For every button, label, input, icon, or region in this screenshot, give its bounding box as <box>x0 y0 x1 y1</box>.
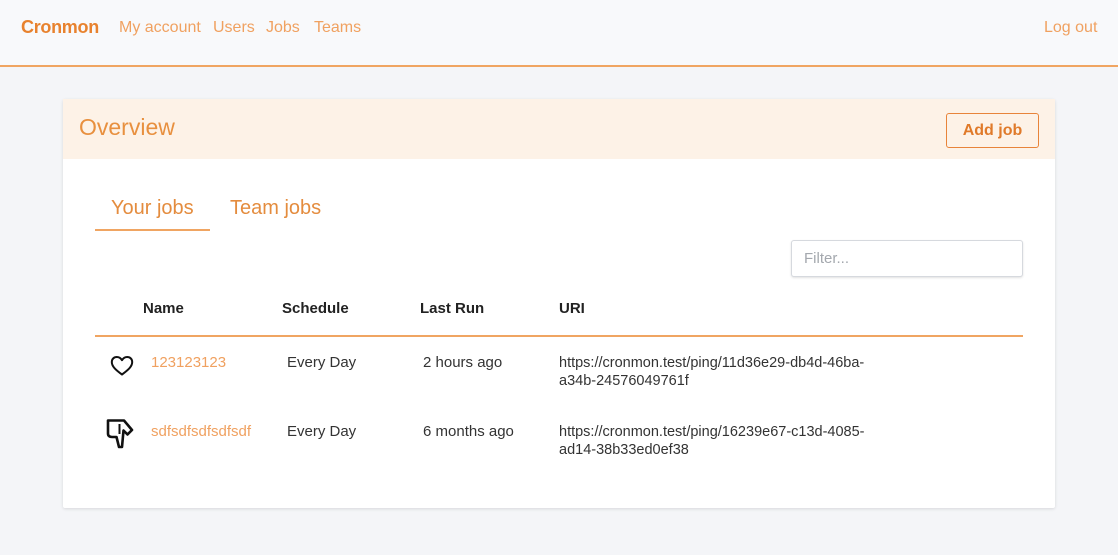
add-job-button[interactable]: Add job <box>946 113 1039 148</box>
card-header: Overview Add job <box>63 99 1055 159</box>
column-header-uri: URI <box>559 300 585 317</box>
table-header-divider <box>95 335 1023 337</box>
overview-card: Overview Add job Your jobs Team jobs Nam… <box>63 99 1055 508</box>
brand-link[interactable]: Cronmon <box>21 17 99 38</box>
job-uri-line: https://cronmon.test/ping/16239e67-c13d-… <box>559 424 865 440</box>
heart-icon <box>110 355 134 382</box>
tab-team-jobs[interactable]: Team jobs <box>230 197 321 220</box>
job-name-link[interactable]: 123123123 <box>151 354 226 371</box>
job-name-link[interactable]: sdfsdfsdfsdfsdf <box>151 423 251 440</box>
nav-link-users[interactable]: Users <box>213 19 255 37</box>
column-header-last-run: Last Run <box>420 300 485 317</box>
tab-your-jobs[interactable]: Your jobs <box>111 197 194 220</box>
job-uri-line: a34b-24576049761f <box>559 373 689 389</box>
job-uri-line: ad14-38b33ed0ef38 <box>559 442 689 458</box>
top-navbar: Cronmon My account Users Jobs Teams Log … <box>0 0 1118 67</box>
logout-link[interactable]: Log out <box>1044 19 1097 37</box>
job-uri: https://cronmon.test/ping/16239e67-c13d-… <box>559 423 919 459</box>
job-schedule: Every Day <box>287 423 357 440</box>
active-tab-indicator <box>95 229 210 231</box>
nav-link-teams[interactable]: Teams <box>314 19 361 37</box>
thumbs-down-icon <box>105 417 139 456</box>
job-uri: https://cronmon.test/ping/11d36e29-db4d-… <box>559 354 919 390</box>
job-uri-line: https://cronmon.test/ping/11d36e29-db4d-… <box>559 355 865 371</box>
nav-link-my-account[interactable]: My account <box>119 19 201 37</box>
nav-link-jobs[interactable]: Jobs <box>266 19 300 37</box>
page-title: Overview <box>79 114 175 140</box>
column-header-schedule: Schedule <box>282 300 349 317</box>
job-schedule: Every Day <box>287 354 357 371</box>
job-last-run: 2 hours ago <box>423 354 503 371</box>
job-last-run: 6 months ago <box>423 423 514 440</box>
filter-input[interactable] <box>791 240 1023 277</box>
column-header-name: Name <box>143 300 184 317</box>
